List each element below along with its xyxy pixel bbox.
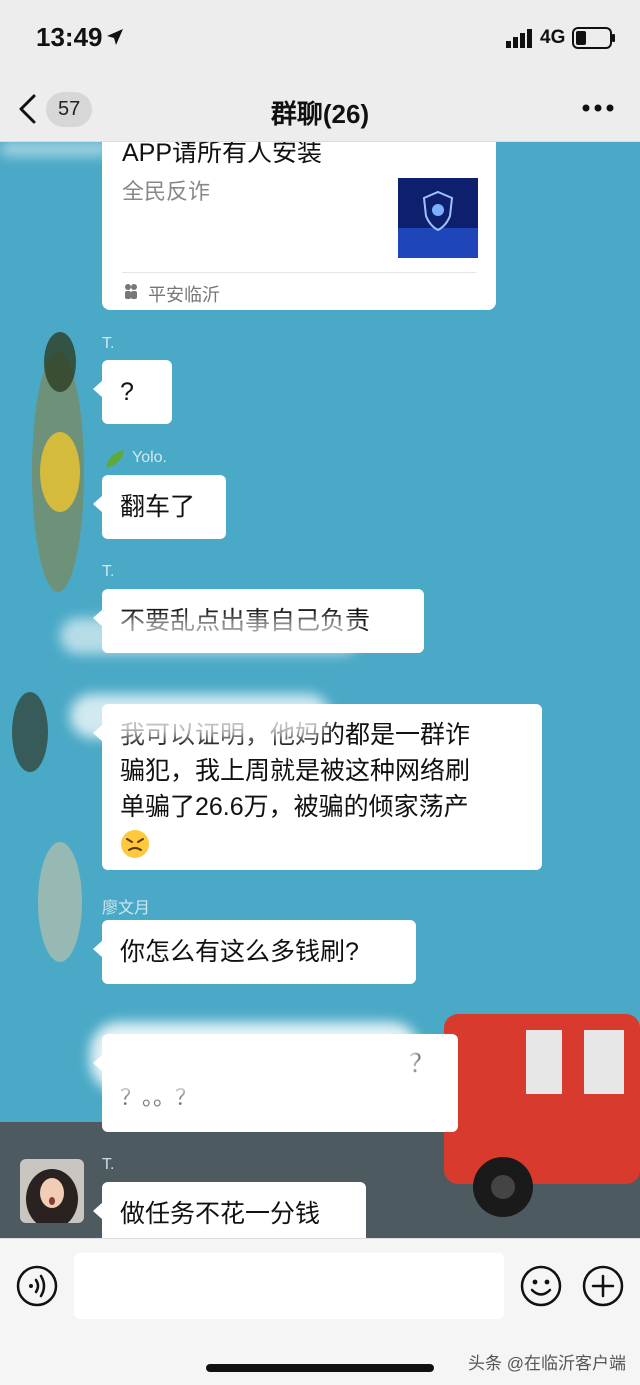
message-bubble[interactable]: ? — [93, 360, 172, 424]
message-line: 单骗了26.6万，被骗的倾家荡产 — [120, 793, 469, 821]
privacy-smudge — [0, 142, 110, 156]
message-input[interactable] — [74, 1253, 504, 1319]
card-thumbnail-shield-icon — [398, 178, 478, 258]
message-text: ? — [120, 378, 134, 406]
shared-article-card[interactable]: APP请所有人安装 全民反诈 平安临沂 — [102, 142, 496, 310]
message-text: 翻车了 — [120, 493, 196, 521]
message-bubble[interactable]: 翻车了 — [93, 475, 226, 539]
message-line: 骗犯，我上周就是被这种网络刷 — [120, 757, 471, 785]
chat-title: 群聊(26) — [270, 99, 370, 129]
battery-icon — [572, 27, 615, 49]
status-bar: 13:49 4G — [0, 0, 640, 78]
card-subtitle: 全民反诈 — [122, 179, 211, 204]
card-title: APP请所有人安装 — [122, 142, 323, 164]
signal-bars-icon — [506, 29, 532, 48]
leaf-emoji-icon — [106, 450, 124, 468]
people-icon — [125, 284, 137, 299]
chat-input-bar: 头条 @在临沂客户端 — [0, 1238, 640, 1385]
sender-name: 廖文月 — [102, 900, 151, 917]
card-source: 平安临沂 — [148, 285, 220, 305]
sender-name: T. — [102, 1156, 115, 1173]
message-text: 你怎么有这么多钱刷? — [120, 938, 359, 966]
message-text: 做任务不花一分钱 — [120, 1200, 321, 1228]
message-bubble[interactable]: 你怎么有这么多钱刷? — [93, 920, 416, 984]
privacy-smudge — [70, 694, 330, 738]
sender-name: T. — [102, 563, 115, 580]
chat-message-area[interactable]: APP请所有人安装 全民反诈 平安临沂 T. ? Yolo. 翻车了 T. 不要… — [0, 142, 640, 1238]
message-bubble[interactable]: 做任务不花一分钱 — [93, 1182, 366, 1238]
card-divider — [122, 272, 476, 273]
privacy-smudge — [90, 1022, 420, 1092]
location-arrow-icon — [107, 29, 123, 45]
network-type: 4G — [540, 27, 566, 48]
privacy-smudge — [60, 618, 360, 654]
sender-name: Yolo. — [132, 449, 167, 466]
more-options-icon[interactable] — [580, 96, 616, 120]
sender-name: T. — [102, 335, 115, 352]
avatar[interactable] — [20, 1159, 84, 1223]
status-time: 13:49 — [36, 22, 103, 52]
home-indicator[interactable] — [206, 1364, 434, 1372]
watermark: 头条 @在临沂客户端 — [468, 1354, 626, 1373]
plus-icon[interactable] — [582, 1265, 624, 1307]
voice-input-icon[interactable] — [16, 1265, 58, 1307]
avatar-portrait-icon — [20, 1159, 84, 1223]
angry-face-emoji-icon — [121, 830, 149, 859]
emoji-icon[interactable] — [520, 1265, 562, 1307]
chat-header: 57 群聊(26) — [0, 78, 640, 142]
